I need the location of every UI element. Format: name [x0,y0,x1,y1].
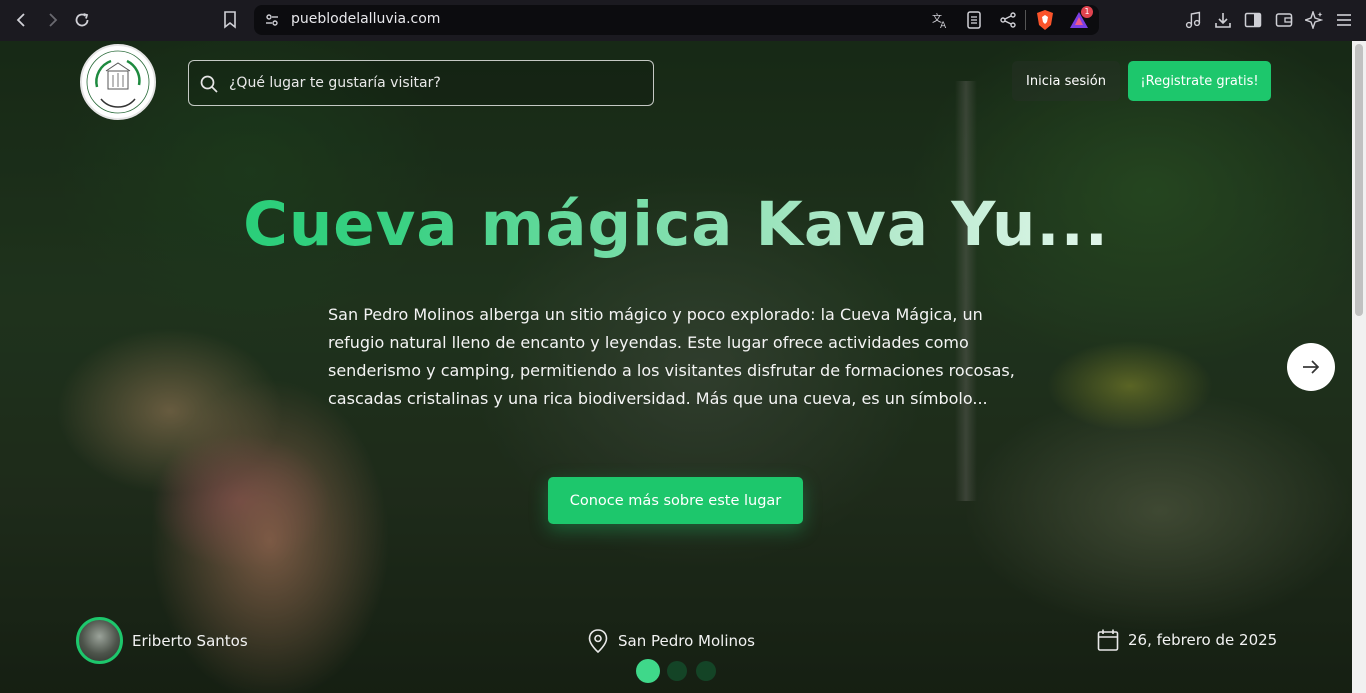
leo-ai-icon[interactable] [1303,9,1325,31]
menu-icon[interactable] [1333,9,1355,31]
url-text[interactable]: pueblodelalluvia.com [291,11,440,27]
media-icon[interactable] [1182,9,1204,31]
author-name[interactable]: Eriberto Santos [132,632,248,650]
search-icon [200,75,218,93]
calendar-icon [1097,629,1119,651]
notification-badge: 1 [1081,6,1093,18]
search-input[interactable] [229,61,639,105]
date-info: 26, febrero de 2025 [1096,628,1277,652]
author-info[interactable]: Eriberto Santos [76,617,248,664]
next-slide-button[interactable] [1287,343,1335,391]
hero-section: Inicia sesión ¡Registrate gratis! Cueva … [0,41,1352,693]
author-avatar[interactable] [76,617,123,664]
location-info: San Pedro Molinos [586,628,755,654]
svg-text:A: A [940,21,947,29]
arrow-right-icon [1303,360,1320,374]
sidebar-icon[interactable] [1242,9,1264,31]
carousel-dot[interactable] [667,661,687,681]
reload-icon[interactable] [70,8,94,32]
hero-description: San Pedro Molinos alberga un sitio mágic… [328,305,1015,408]
search-bar[interactable] [188,60,654,106]
logo-emblem-icon [86,50,150,114]
brave-shields-icon[interactable] [1034,9,1056,31]
scrollbar-thumb[interactable] [1355,44,1363,316]
forward-icon[interactable] [40,8,64,32]
page-scrollbar[interactable] [1352,41,1366,693]
brave-rewards-icon[interactable]: 1 [1068,6,1093,31]
back-icon[interactable] [10,8,34,32]
bookmark-icon[interactable] [218,8,242,32]
learn-more-button[interactable]: Conoce más sobre este lugar [548,477,803,524]
toolbar-divider [1025,10,1026,30]
login-button[interactable]: Inicia sesión [1012,61,1120,101]
site-logo[interactable] [80,44,156,120]
site-settings-icon[interactable] [264,12,280,32]
publish-date: 26, febrero de 2025 [1128,631,1278,649]
carousel-dot[interactable] [636,659,660,683]
carousel-dot[interactable] [696,661,716,681]
carousel-indicators [636,659,725,683]
reader-mode-icon[interactable] [963,9,985,31]
location-name: San Pedro Molinos [618,632,755,650]
translate-icon[interactable]: 文A [929,9,951,31]
browser-toolbar: pueblodelalluvia.com 文A 1 [0,0,1366,41]
wallet-icon[interactable] [1273,9,1295,31]
hero-title: Cueva mágica Kava Yu... [0,189,1352,260]
share-icon[interactable] [997,9,1019,31]
register-button[interactable]: ¡Registrate gratis! [1128,61,1271,101]
location-pin-icon [588,629,608,654]
download-icon[interactable] [1212,9,1234,31]
